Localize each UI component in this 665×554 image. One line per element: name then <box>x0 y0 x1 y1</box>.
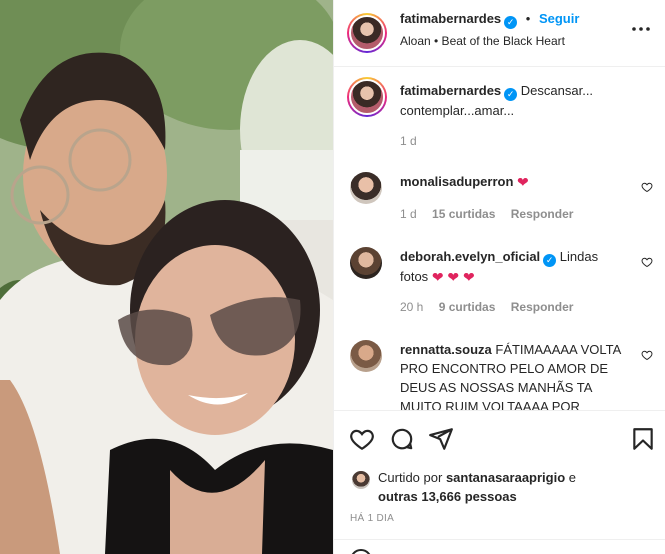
like-comment-heart-icon[interactable] <box>641 256 653 268</box>
audio-track[interactable]: Aloan • Beat of the Black Heart <box>400 34 565 48</box>
header-separator: • <box>525 11 531 26</box>
comment-1-text: monalisaduperron ❤ <box>400 172 630 191</box>
comment-likes[interactable]: 15 curtidas <box>432 207 495 221</box>
reply-button[interactable]: Responder <box>511 300 574 314</box>
caption-avatar-image <box>349 79 385 115</box>
header-title-row: fatimabernardes ✓ • Seguir <box>400 11 579 29</box>
comment-avatar[interactable] <box>350 340 382 372</box>
comment-line-2: PRO ENCONTRO PELO AMOR DE <box>400 361 609 376</box>
comment-2-text: deborah.evelyn_oficial ✓ Lindas fotos ❤ ❤… <box>400 247 630 286</box>
comment-line-3: DEUS AS NOSSAS MANHÃS TA <box>400 380 593 395</box>
comment-time[interactable]: 1 d <box>400 207 417 221</box>
comment-avatar[interactable] <box>350 247 382 279</box>
post-timestamp[interactable]: HÁ 1 DIA <box>350 513 394 524</box>
save-bookmark-icon[interactable] <box>630 426 656 452</box>
likes-prefix: Curtido por <box>378 470 443 485</box>
caption-author[interactable]: fatimabernardes <box>400 83 501 98</box>
comment-author[interactable]: deborah.evelyn_oficial <box>400 249 540 264</box>
verified-badge-icon: ✓ <box>504 16 518 29</box>
photo-illustration <box>0 0 333 554</box>
verified-badge-icon: ✓ <box>543 254 557 267</box>
caption-time[interactable]: 1 d <box>400 134 417 148</box>
comment-line-1: FÁTIMAAAAA VOLTA <box>495 342 622 357</box>
comment-avatar[interactable] <box>350 172 382 204</box>
like-heart-icon[interactable] <box>349 426 375 452</box>
comment-line-2: fotos <box>400 269 429 284</box>
post-details-panel: fatimabernardes ✓ • Seguir Aloan • Beat o… <box>333 0 665 554</box>
more-options-icon[interactable] <box>631 22 651 36</box>
instagram-post-modal: fatimabernardes ✓ • Seguir Aloan • Beat o… <box>0 0 665 554</box>
like-comment-heart-icon[interactable] <box>641 181 653 193</box>
comment-3-text: rennatta.souza FÁTIMAAAAA VOLTA PRO ENCO… <box>400 340 632 410</box>
liker-username[interactable]: santanasaraaprigio <box>446 470 565 485</box>
emoji-icon[interactable] <box>350 549 372 554</box>
like-comment-heart-icon[interactable] <box>641 349 653 361</box>
caption-line-1: Descansar... <box>520 83 594 98</box>
likes-suffix: e <box>568 470 577 485</box>
comment-likes[interactable]: 9 curtidas <box>439 300 496 314</box>
comment-hearts: ❤ ❤ ❤ <box>431 269 475 285</box>
reply-button[interactable]: Responder <box>511 207 574 221</box>
likes-others[interactable]: outras 13,666 pessoas <box>378 489 517 504</box>
comment-2-meta: 20 h 9 curtidas Responder <box>400 300 573 314</box>
follow-button[interactable]: Seguir <box>539 11 579 26</box>
likes-summary: Curtido por santanasaraaprigio e outras … <box>378 468 648 506</box>
post-actions: Curtido por santanasaraaprigio e outras … <box>334 410 665 554</box>
divider <box>334 539 665 540</box>
author-username[interactable]: fatimabernardes <box>400 11 501 26</box>
comment-hearts: ❤ <box>517 174 529 190</box>
comment-line-4: MUITO RUIM VOLTAAAA POR <box>400 399 580 410</box>
author-avatar-image <box>349 15 385 51</box>
author-avatar[interactable] <box>347 13 387 53</box>
caption-text: fatimabernardes ✓ Descansar... contemplar… <box>400 81 650 120</box>
comment-author[interactable]: rennatta.souza <box>400 342 492 357</box>
comment-author[interactable]: monalisaduperron <box>400 174 513 189</box>
comment-bubble-icon[interactable] <box>389 426 415 452</box>
verified-badge-icon: ✓ <box>504 88 518 101</box>
post-photo[interactable] <box>0 0 333 554</box>
share-send-icon[interactable] <box>428 426 454 452</box>
comment-time[interactable]: 20 h <box>400 300 423 314</box>
liker-avatar[interactable] <box>351 470 371 490</box>
comments-section[interactable]: fatimabernardes ✓ Descansar... contemplar… <box>334 67 665 410</box>
comment-line-1: Lindas <box>559 249 599 264</box>
comment-1-meta: 1 d 15 curtidas Responder <box>400 207 573 221</box>
caption-avatar[interactable] <box>347 77 387 117</box>
caption-line-2: contemplar...amar... <box>400 103 515 118</box>
post-header: fatimabernardes ✓ • Seguir Aloan • Beat o… <box>334 0 665 67</box>
